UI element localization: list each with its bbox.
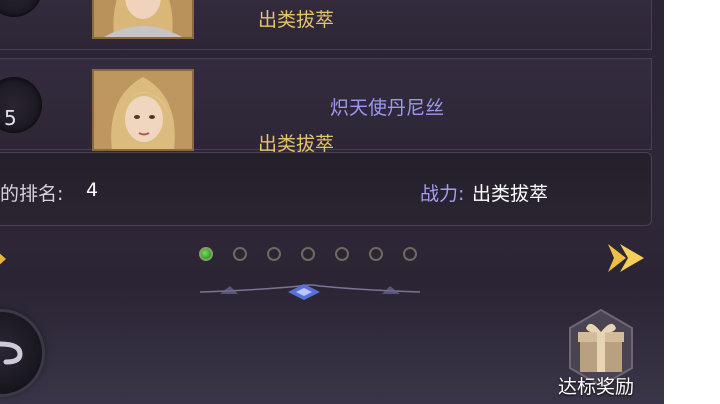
portrait-art (94, 71, 192, 149)
page-dot[interactable] (233, 247, 247, 261)
player-portrait (92, 0, 194, 39)
my-rank-label: 的排名: (0, 183, 64, 205)
page-dot[interactable] (301, 247, 315, 261)
leaderboard-row[interactable]: 5 炽天使丹尼丝 出类拔萃 (0, 58, 652, 155)
prev-page-arrow-icon[interactable] (0, 246, 10, 276)
page-dot[interactable] (403, 247, 417, 261)
page-dot[interactable] (199, 247, 213, 261)
page-dot[interactable] (267, 247, 281, 261)
page-dot[interactable] (369, 247, 383, 261)
back-arrow-icon (0, 341, 23, 365)
my-rank-bar: 的排名: 4 战力: 出类拔萃 (0, 152, 652, 226)
rank-badge (0, 0, 42, 17)
my-power-label: 战力: (420, 183, 465, 205)
reward-label: 达标奖励 (558, 376, 635, 398)
my-rank-value: 4 (86, 179, 99, 201)
game-screen: 出类拔萃 5 炽天使丹尼丝 出类拔萃 的排名: 4 战力: 出类拔萃 达标奖励 (0, 0, 664, 404)
next-page-arrow-icon[interactable] (604, 240, 648, 280)
player-portrait (92, 69, 194, 151)
page-dot[interactable] (335, 247, 349, 261)
portrait-art (94, 0, 192, 37)
player-name: 炽天使丹尼丝 (330, 97, 445, 119)
ornament-divider-icon (199, 276, 421, 306)
my-power-value: 出类拔萃 (472, 183, 549, 205)
power-text: 出类拔萃 (258, 9, 335, 31)
leaderboard-row[interactable]: 出类拔萃 (0, 0, 652, 50)
rank-number: 5 (4, 106, 17, 130)
back-button[interactable] (0, 312, 42, 394)
